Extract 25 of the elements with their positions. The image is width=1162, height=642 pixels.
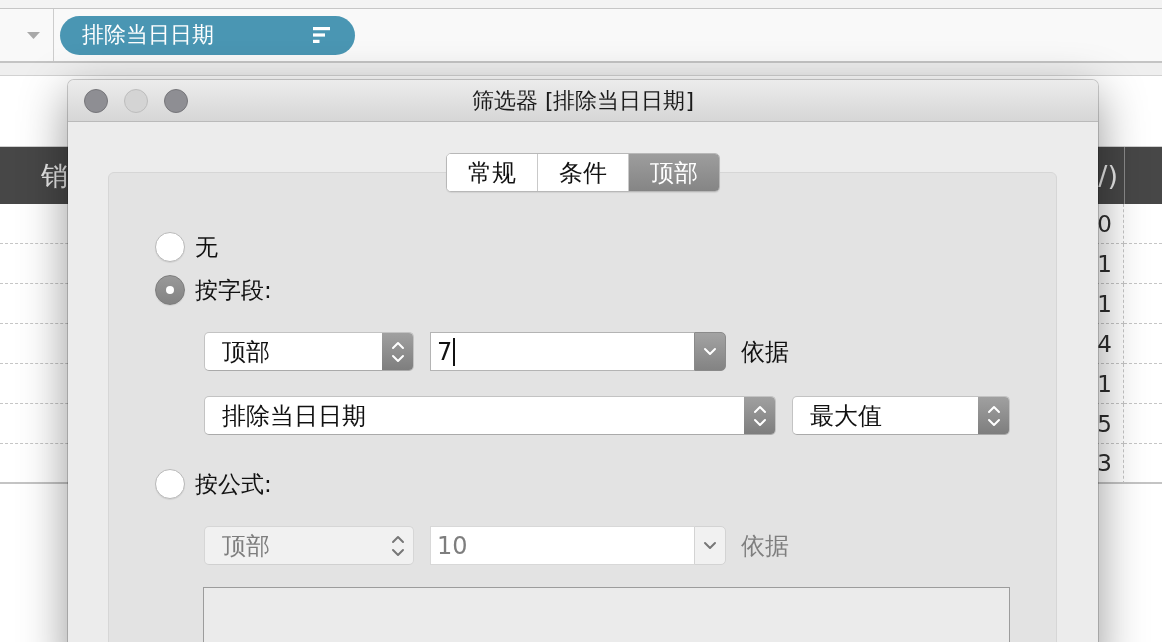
stepper-arrows-icon: [382, 333, 413, 370]
stepper-arrows-icon: [744, 397, 775, 434]
option-label[interactable]: 无: [195, 231, 218, 263]
number-field[interactable]: 7: [430, 332, 694, 371]
tab[interactable]: 条件: [537, 154, 628, 191]
zoom-button[interactable]: [164, 88, 188, 113]
popup-button[interactable]: 排除当日日期: [204, 396, 776, 435]
sort-descending-icon: [313, 27, 330, 43]
stepper-arrows-icon: [978, 397, 1009, 434]
window-title: 筛选器 [排除当日日期]: [471, 86, 695, 115]
field-label: 依据: [741, 336, 789, 368]
popup-button[interactable]: 顶部: [204, 332, 414, 371]
radio-button[interactable]: [155, 469, 185, 499]
dropdown-button[interactable]: [694, 332, 726, 371]
option-label[interactable]: 按公式:: [195, 468, 272, 500]
tab[interactable]: 常规: [447, 154, 537, 191]
chevron-down-icon: [703, 347, 717, 356]
close-button[interactable]: [84, 88, 108, 113]
radio-button[interactable]: [155, 275, 185, 305]
caret-down-icon[interactable]: [27, 31, 40, 39]
radio-button[interactable]: [155, 232, 185, 262]
chevron-down-icon: [703, 541, 717, 550]
popup-button[interactable]: 最大值: [792, 396, 1010, 435]
option-label[interactable]: 按字段:: [195, 274, 272, 306]
field-label: 依据: [741, 530, 789, 562]
